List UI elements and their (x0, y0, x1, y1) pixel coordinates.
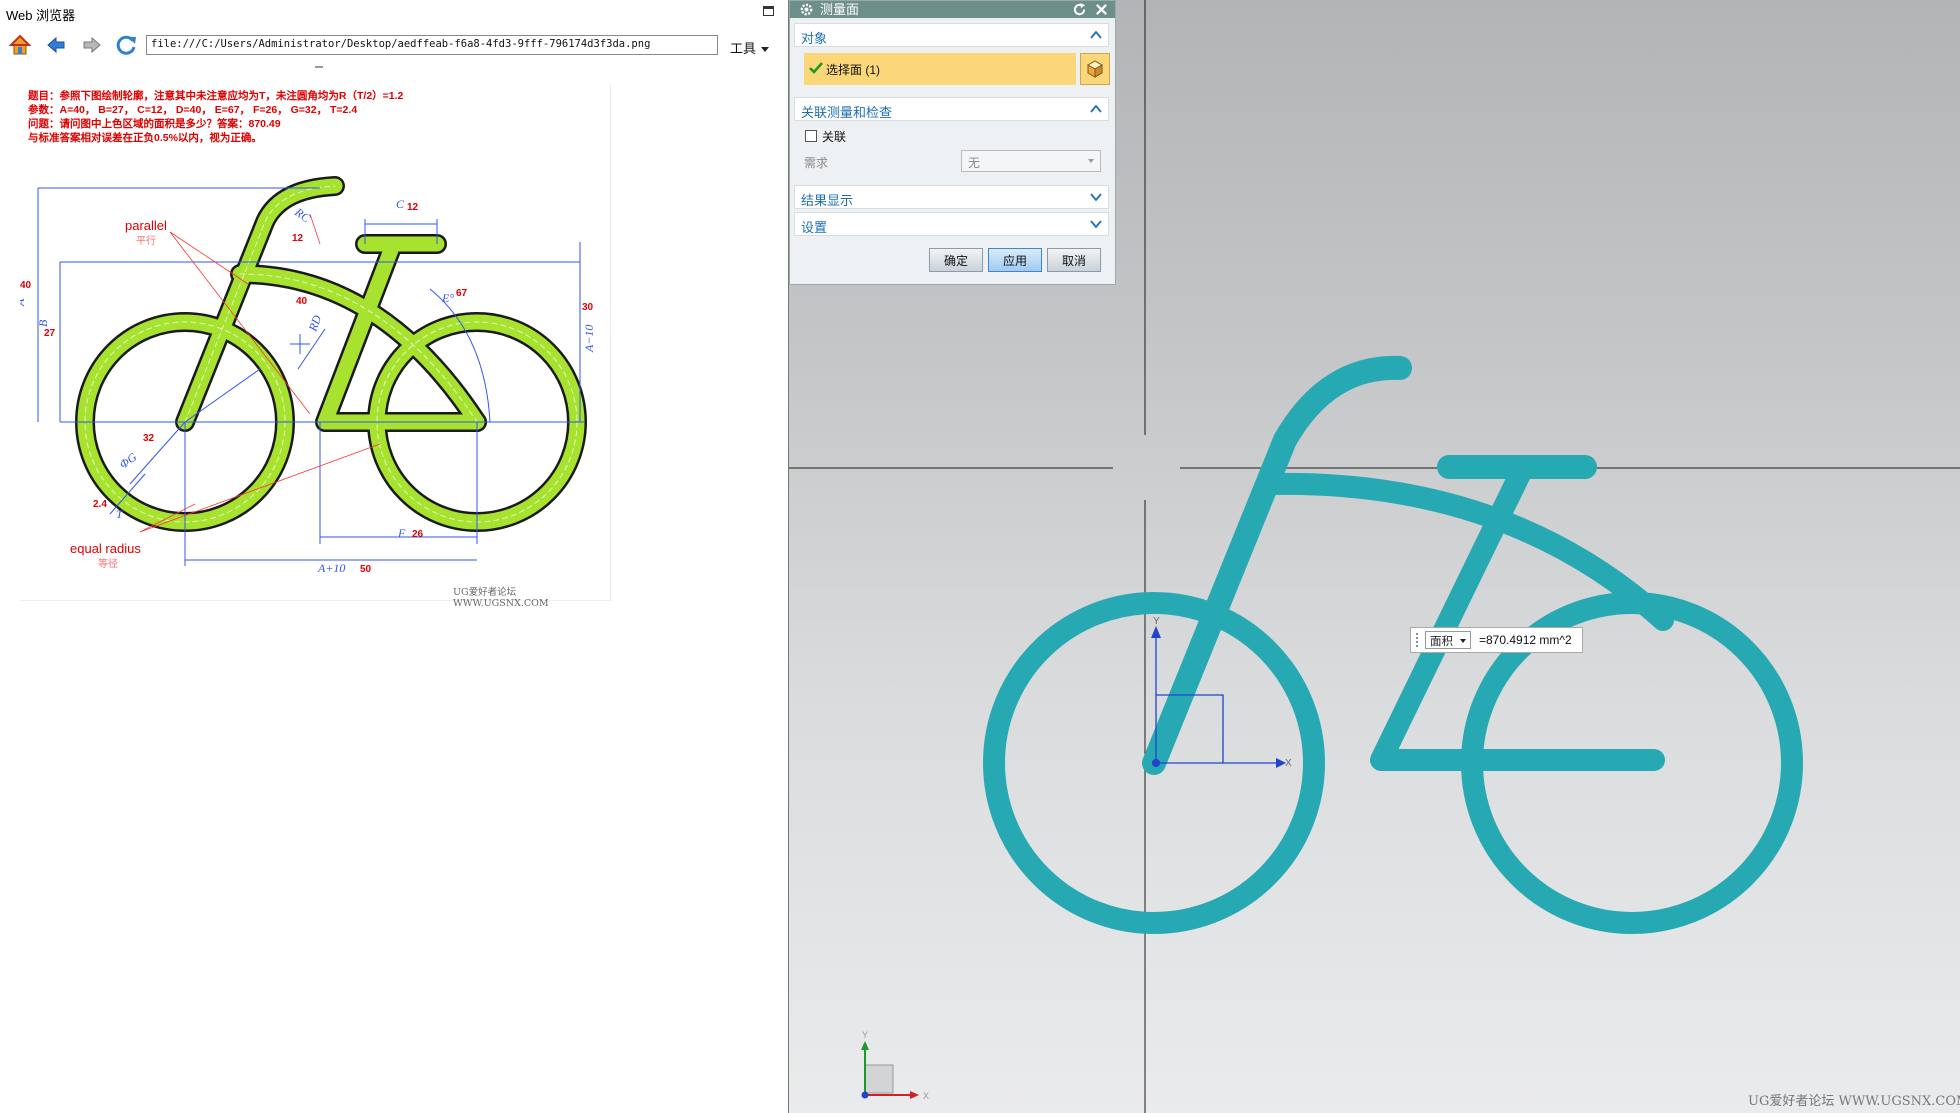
measure-result-tag[interactable]: 面积 =870.4912 mm^2 (1410, 627, 1583, 653)
dim-G-value: 32 (143, 433, 155, 444)
face-select-icon (1086, 60, 1104, 78)
section-settings-title: 设置 (801, 220, 828, 235)
associative-checkbox[interactable] (805, 130, 817, 142)
section-assoc-title: 关联测量和检查 (801, 105, 893, 120)
dim-RD-value: 40 (296, 296, 308, 307)
select-face-row[interactable]: 选择面 (1) (804, 53, 1076, 85)
dim-A-plus-10-label: A+10 (317, 561, 345, 575)
csys-y-label: Y (1153, 616, 1160, 627)
measure-face-dialog: 测量面 对象 选择面 (1) 关联测量和检查 关联 需求 无 结果显示 设置 确… (789, 0, 1116, 285)
dim-F-value: 26 (412, 529, 424, 540)
back-arrow-icon[interactable] (42, 32, 70, 58)
measure-type-label: 面积 (1430, 636, 1453, 648)
problem-footer: UG爱好者论坛 WWW.UGSNX.COM (453, 587, 549, 609)
viewport-watermark: UG爱好者论坛 WWW.UGSNX.COM (1748, 1094, 1960, 1109)
refresh-icon[interactable] (112, 32, 140, 58)
chevron-down-icon (1460, 639, 1466, 643)
forward-arrow-icon[interactable] (78, 32, 106, 58)
chevron-up-icon (1090, 30, 1102, 39)
section-assoc-header[interactable]: 关联测量和检查 (794, 97, 1109, 121)
dim-F-label: F (397, 526, 406, 540)
pane-splitter[interactable] (315, 66, 323, 68)
section-object-header[interactable]: 对象 (794, 23, 1109, 47)
bicycle-drawing: A B C RC RD E° A−10 ΦG T F A+10 40 27 12… (20, 176, 596, 575)
requirement-label: 需求 (804, 156, 829, 170)
chevron-down-icon (761, 47, 770, 53)
address-bar[interactable]: file:///C:/Users/Administrator/Desktop/a… (146, 35, 718, 55)
parallel-annotation-cn: 平行 (136, 234, 156, 247)
chevron-down-icon (1090, 193, 1102, 202)
dim-C-value: 12 (407, 202, 419, 213)
requirement-select[interactable]: 无 (961, 150, 1101, 172)
select-face-label: 选择面 (1) (826, 63, 881, 77)
section-object-title: 对象 (801, 31, 828, 46)
equal-radius-annotation-cn: 等径 (98, 557, 118, 570)
dialog-title: 测量面 (820, 2, 860, 17)
chevron-up-icon (1090, 104, 1102, 113)
dim-A10-value: 30 (582, 302, 594, 313)
dim-RC-label: RC (291, 204, 313, 225)
maximize-icon[interactable] (763, 6, 774, 16)
dim-E-label: E° (441, 291, 454, 305)
parallel-annotation: parallel (125, 218, 167, 233)
check-icon (809, 62, 823, 74)
close-icon[interactable] (1094, 2, 1109, 17)
dim-B-label: B (36, 319, 50, 327)
dim-A-label: A (20, 298, 27, 307)
reset-icon[interactable] (1072, 2, 1087, 17)
dialog-titlebar[interactable]: 测量面 (790, 1, 1115, 18)
dim-A10-label: A−10 (582, 325, 596, 353)
dim-T-value: 2.4 (93, 499, 107, 510)
dim-G-label: ΦG (117, 450, 140, 472)
select-face-button[interactable] (1080, 53, 1110, 85)
csys-x-label: X (1285, 758, 1292, 769)
gear-icon[interactable] (799, 2, 814, 17)
bicycle-face (983, 355, 1803, 934)
drag-grip-icon[interactable] (1415, 632, 1419, 648)
section-results-header[interactable]: 结果显示 (794, 185, 1109, 209)
web-browser-pane: Web 浏览器 file:///C:/Users/Administrator/D… (0, 0, 788, 1113)
measure-value: =870.4912 mm^2 (1479, 633, 1572, 647)
dim-RC-value: 12 (292, 233, 304, 244)
home-icon[interactable] (6, 32, 34, 58)
tools-menu-label: 工具 (730, 41, 757, 56)
dim-C-label: C (396, 197, 405, 211)
browser-titlebar: Web 浏览器 (0, 0, 788, 24)
tools-menu[interactable]: 工具 (730, 38, 770, 57)
ok-button[interactable]: 确定 (929, 248, 983, 272)
bicycle-shape (75, 176, 587, 532)
cancel-button[interactable]: 取消 (1047, 248, 1101, 272)
browser-toolbar: file:///C:/Users/Administrator/Desktop/a… (0, 30, 788, 62)
dim-A-value: 40 (20, 280, 32, 291)
dim-A-plus-10-value: 50 (360, 564, 372, 575)
associative-label: 关联 (822, 130, 847, 144)
section-results-title: 结果显示 (801, 193, 854, 208)
triad-y-label: Y (862, 1030, 868, 1040)
measure-type-select[interactable]: 面积 (1425, 631, 1471, 649)
problem-image: 题目：参照下图绘制轮廓，注意其中未注意应均为T，未注圆角均为R（T/2）=1.2… (20, 84, 611, 609)
equal-radius-annotation: equal radius (70, 541, 141, 556)
dim-B-value: 27 (44, 328, 56, 339)
chevron-down-icon (1088, 159, 1094, 163)
requirement-value: 无 (968, 156, 981, 170)
chevron-down-icon (1090, 220, 1102, 229)
section-settings-header[interactable]: 设置 (794, 212, 1109, 236)
dim-E-value: 67 (456, 288, 468, 299)
view-triad-icon (861, 1041, 919, 1099)
apply-button[interactable]: 应用 (988, 248, 1042, 272)
browser-title: Web 浏览器 (6, 8, 76, 23)
dim-RD-label: RD (305, 313, 324, 334)
triad-x-label: X (923, 1091, 929, 1101)
